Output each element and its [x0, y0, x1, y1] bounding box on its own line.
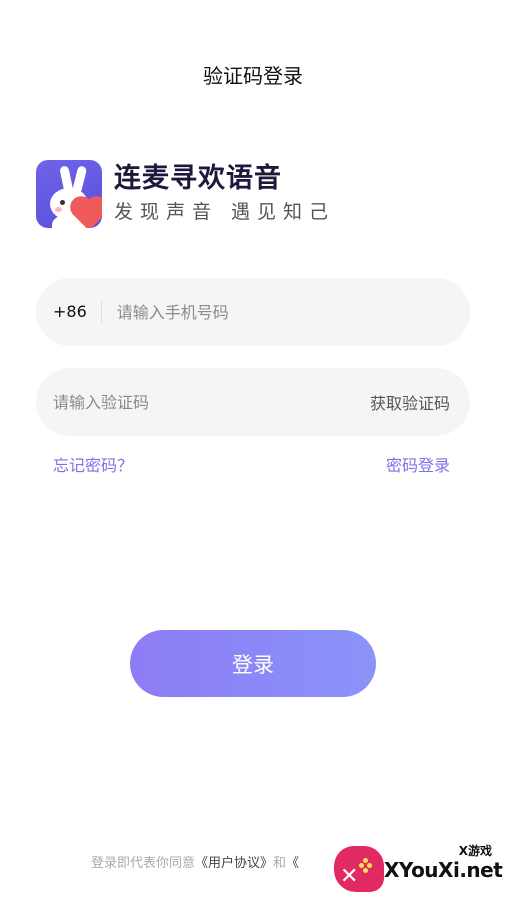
privacy-policy-link[interactable]: 《 — [286, 856, 299, 871]
login-button[interactable]: 登录 — [130, 630, 376, 697]
brand-block: 连麦寻欢语音 发现声音 遇见知己 — [36, 160, 335, 228]
agreement-conjunction: 和 — [273, 856, 287, 871]
verification-code-input[interactable] — [53, 368, 370, 436]
password-login-link[interactable]: 密码登录 — [386, 452, 450, 476]
gamepad-logo-icon: ✕ — [334, 846, 384, 892]
app-name: 连麦寻欢语音 — [114, 163, 282, 194]
watermark-top-text: X游戏 — [458, 844, 492, 858]
verification-code-field[interactable]: 获取验证码 — [36, 368, 470, 436]
page-title: 验证码登录 — [203, 64, 303, 88]
phone-field[interactable]: +86 — [36, 278, 470, 346]
rabbit-heart-logo-icon — [36, 160, 102, 228]
user-agreement-link[interactable]: 《用户协议》 — [195, 856, 273, 871]
agreement-prefix: 登录即代表你同意 — [91, 856, 196, 871]
country-code-prefix[interactable]: +86 — [53, 301, 102, 323]
watermark-main-text: XYouXi.net — [384, 858, 503, 882]
app-slogan: 发现声音 遇见知己 — [114, 201, 336, 223]
phone-input[interactable] — [116, 278, 450, 346]
get-code-button[interactable]: 获取验证码 — [370, 390, 450, 414]
forgot-password-link[interactable]: 忘记密码？ — [53, 452, 133, 476]
site-watermark: ✕ X游戏 XYouXi.net — [334, 838, 506, 900]
agreement-text: 登录即代表你同意《用户协议》和《 — [91, 852, 299, 871]
